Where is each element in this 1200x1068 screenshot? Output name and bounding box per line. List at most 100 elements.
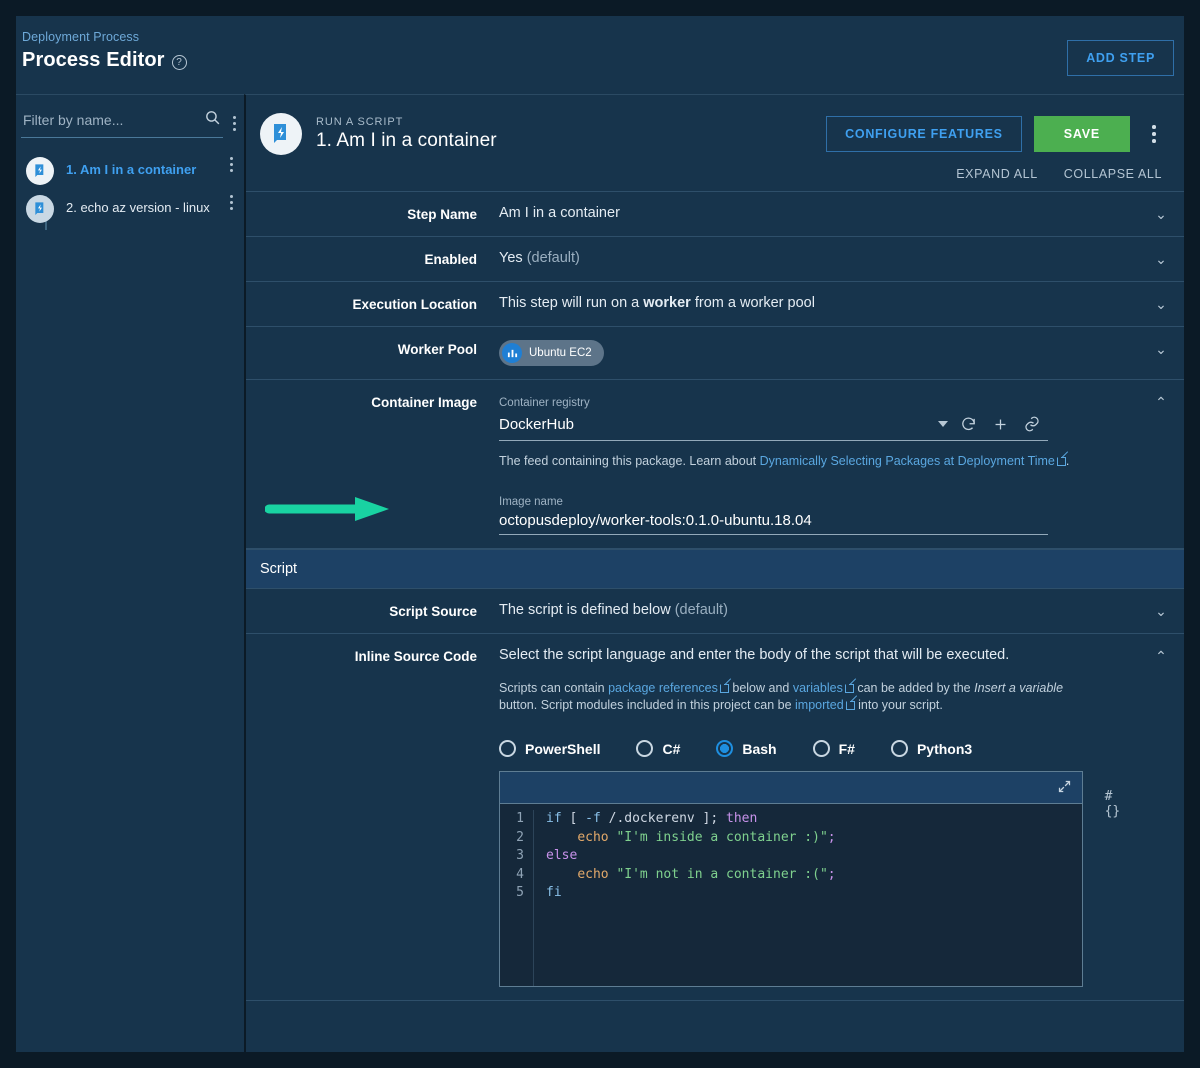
insert-variable-button[interactable]: #{} [1105, 789, 1128, 819]
step-header-text: RUN A SCRIPT 1. Am I in a container [316, 116, 497, 152]
script-step-icon [260, 113, 302, 155]
chevron-up-icon[interactable]: ⌃ [1138, 647, 1184, 665]
radio-csharp-label: C# [662, 740, 681, 757]
feed-help-post: . [1065, 454, 1070, 468]
code-area[interactable]: 12345 if [ -f /.dockerenv ]; then echo "… [500, 804, 1082, 986]
radio-fsharp[interactable]: F# [812, 740, 855, 757]
enabled-value: Yes (default) [499, 250, 1138, 266]
search-input[interactable] [23, 112, 204, 128]
expand-icon[interactable] [1057, 779, 1072, 797]
row-script-source: Script Source The script is defined belo… [246, 589, 1184, 634]
worker-pool-value: Ubuntu EC2 [499, 340, 1138, 366]
code-content[interactable]: if [ -f /.dockerenv ]; then echo "I'm in… [534, 810, 836, 986]
exec-pre: This step will run on a [499, 295, 644, 311]
dynamic-packages-link[interactable]: Dynamically Selecting Packages at Deploy… [760, 454, 1055, 468]
code-editor-area: 12345 if [ -f /.dockerenv ]; then echo "… [499, 771, 1128, 987]
worker-pool-label: Worker Pool [397, 342, 477, 357]
chevron-up-icon[interactable]: ⌃ [1138, 393, 1184, 411]
radio-python3-label: Python3 [916, 740, 973, 757]
collapse-all-button[interactable]: COLLAPSE ALL [1064, 167, 1162, 181]
step-name-value: Am I in a container [499, 205, 620, 221]
radio-circle-icon [890, 740, 908, 757]
script-help-5: into your script. [854, 698, 943, 712]
refresh-icon[interactable] [952, 413, 984, 435]
radio-csharp[interactable]: C# [636, 740, 680, 757]
radio-bash[interactable]: Bash [716, 740, 777, 757]
exec-post: from a worker pool [690, 295, 815, 311]
line-numbers: 12345 [500, 810, 534, 986]
container-registry-value: DockerHub [499, 415, 575, 433]
inline-source-code-label: Inline Source Code [354, 649, 477, 664]
search-icon[interactable] [204, 109, 221, 131]
script-source-label: Script Source [389, 604, 477, 619]
save-button[interactable]: SAVE [1033, 116, 1130, 152]
step-list: 1. Am I in a container 2. echo az versio… [16, 138, 244, 230]
step-overflow-menu[interactable] [1142, 120, 1166, 148]
radio-circle-icon [812, 740, 830, 757]
chevron-down-icon[interactable] [938, 421, 948, 427]
chevron-down-icon[interactable]: ⌄ [1138, 602, 1184, 620]
script-source-default-tag: (default) [674, 602, 728, 618]
body: 1. Am I in a container 2. echo a [0, 94, 1200, 1068]
radio-python3[interactable]: Python3 [890, 740, 973, 757]
sidebar-step-2-menu[interactable] [220, 195, 242, 210]
row-container-image: Container Image Container registry Docke… [246, 380, 1184, 549]
chevron-down-icon[interactable]: ⌄ [1138, 295, 1184, 313]
sidebar-step-1[interactable]: 1. Am I in a container [16, 152, 244, 190]
row-step-name: Step Name Am I in a container ⌄ [246, 192, 1184, 237]
execution-location-value: This step will run on a worker from a wo… [499, 295, 1138, 311]
feed-help-text: The feed containing this package. Learn … [499, 453, 1128, 470]
container-image-label: Container Image [371, 395, 477, 410]
expand-all-button[interactable]: EXPAND ALL [956, 167, 1038, 181]
variables-link[interactable]: variables [793, 681, 843, 695]
imported-link[interactable]: imported [795, 698, 844, 712]
container-image-body: Container registry DockerHub The feed co… [499, 393, 1138, 535]
step-title: 1. Am I in a container [316, 130, 497, 151]
bar-chart-icon [502, 343, 522, 363]
add-step-button[interactable]: ADD STEP [1067, 40, 1174, 76]
script-source-value-text: The script is defined below [499, 602, 671, 618]
code-editor[interactable]: 12345 if [ -f /.dockerenv ]; then echo "… [499, 771, 1083, 987]
main-panel: RUN A SCRIPT 1. Am I in a container CONF… [244, 94, 1184, 1052]
filter-box[interactable] [21, 109, 223, 138]
image-name-input[interactable]: octopusdeploy/worker-tools:0.1.0-ubuntu.… [499, 512, 1048, 535]
sidebar-step-1-label: 1. Am I in a container [66, 162, 197, 177]
execution-location-label: Execution Location [352, 297, 477, 312]
editor-toolbar [500, 772, 1082, 804]
sidebar-step-1-menu[interactable] [220, 157, 242, 172]
external-link-icon [719, 683, 730, 693]
sidebar: 1. Am I in a container 2. echo a [16, 94, 244, 1052]
step-header-actions: CONFIGURE FEATURES SAVE [826, 116, 1166, 152]
chevron-down-icon[interactable]: ⌄ [1138, 340, 1184, 358]
help-icon[interactable]: ? [171, 54, 187, 70]
worker-pool-chip-label: Ubuntu EC2 [529, 347, 592, 359]
kebab-dot [229, 157, 233, 160]
kebab-dot [1152, 125, 1156, 129]
inline-source-code-desc: Select the script language and enter the… [499, 647, 1010, 663]
container-registry-select[interactable]: DockerHub [499, 413, 1048, 441]
kebab-dot [229, 207, 233, 210]
plus-icon[interactable] [984, 413, 1016, 435]
configure-features-button[interactable]: CONFIGURE FEATURES [826, 116, 1022, 152]
sidebar-overflow-menu[interactable] [223, 116, 245, 131]
chevron-down-icon[interactable]: ⌄ [1138, 205, 1184, 223]
breadcrumb[interactable]: Deployment Process [22, 30, 187, 44]
radio-powershell-label: PowerShell [525, 740, 601, 757]
script-source-value: The script is defined below (default) [499, 602, 1138, 618]
script-step-icon [26, 195, 54, 223]
radio-circle-icon [636, 740, 654, 757]
chevron-down-icon[interactable]: ⌄ [1138, 250, 1184, 268]
link-icon[interactable] [1016, 413, 1048, 435]
image-name-field: Image name octopusdeploy/worker-tools:0.… [499, 492, 1128, 535]
sidebar-step-2-label: 2. echo az version - linux [66, 200, 210, 215]
radio-powershell[interactable]: PowerShell [499, 740, 600, 757]
worker-pool-chip[interactable]: Ubuntu EC2 [499, 340, 604, 366]
external-link-icon [845, 700, 855, 710]
radio-bash-label: Bash [742, 740, 777, 757]
sidebar-step-2[interactable]: 2. echo az version - linux [16, 190, 244, 228]
package-references-link[interactable]: package references [608, 681, 718, 695]
kebab-dot [229, 169, 233, 172]
script-help-1: Scripts can contain [499, 681, 609, 695]
form-content: Step Name Am I in a container ⌄ Enabled … [246, 192, 1184, 1052]
row-worker-pool: Worker Pool Ubuntu EC2 ⌄ [246, 327, 1184, 380]
